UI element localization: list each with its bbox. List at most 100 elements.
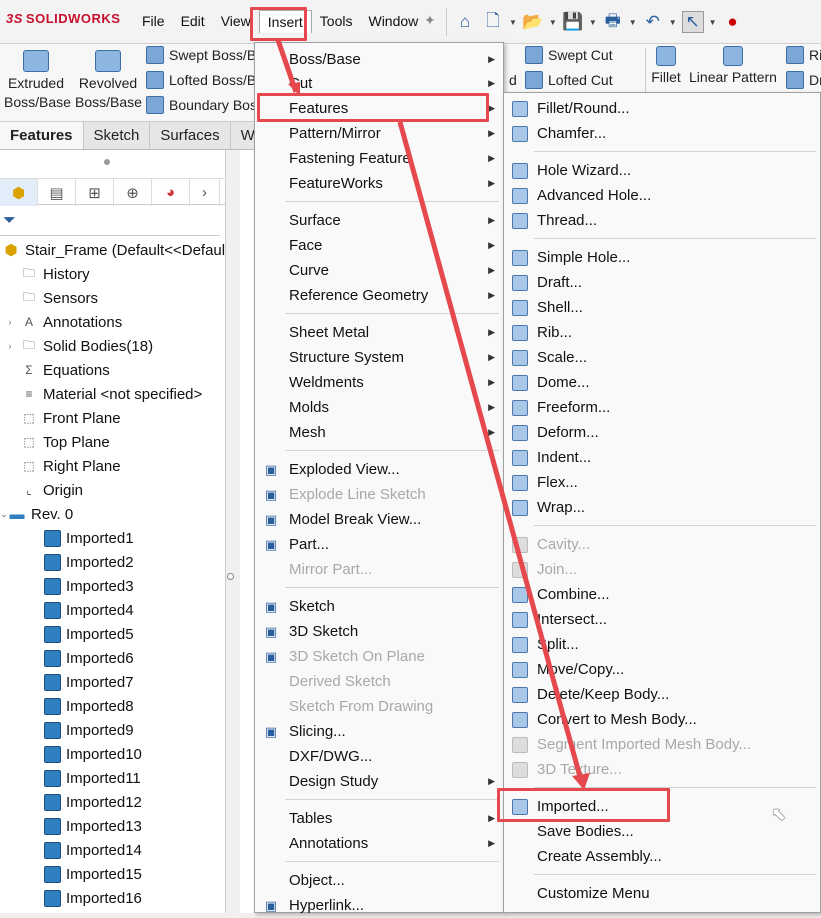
tree-item-solid-bodies[interactable]: › 🗀 Solid Bodies(18)	[0, 334, 226, 358]
select-cursor-icon[interactable]: ↖	[681, 11, 704, 33]
features-menu-delete-keep-body[interactable]: Delete/Keep Body...	[504, 682, 820, 707]
tree-item-material[interactable]: ≡ Material <not specified>	[0, 382, 226, 406]
insert-menu-slicing[interactable]: ▣ Slicing...	[255, 719, 503, 744]
panel-handle[interactable]	[104, 159, 110, 165]
linear-pattern-button[interactable]: Linear Pattern	[689, 46, 777, 87]
display-manager-tab-icon[interactable]: ◕	[152, 179, 190, 206]
feature-manager-tab-icon[interactable]: ⬢	[0, 179, 38, 206]
insert-menu-sketch[interactable]: ▣ Sketch	[255, 594, 503, 619]
boundary-boss-button[interactable]: Boundary Boss	[146, 96, 264, 114]
menu-window[interactable]: Window	[360, 10, 426, 33]
tree-item-imported-body[interactable]: Imported9	[0, 718, 226, 742]
insert-menu-surface[interactable]: Surface ▶	[255, 208, 503, 233]
insert-menu-reference-geometry[interactable]: Reference Geometry ▶	[255, 283, 503, 308]
insert-menu-featureworks[interactable]: FeatureWorks ▶	[255, 171, 503, 196]
tab-sketch[interactable]: Sketch	[84, 122, 151, 149]
features-menu-wrap[interactable]: Wrap...	[504, 495, 820, 520]
features-menu-fillet-round[interactable]: Fillet/Round...	[504, 96, 820, 121]
tree-item-origin[interactable]: ⌞ Origin	[0, 478, 226, 502]
tree-item-annotations[interactable]: › A Annotations	[0, 310, 226, 334]
fillet-button[interactable]: Fillet	[650, 46, 682, 87]
features-menu-draft[interactable]: Draft...	[504, 270, 820, 295]
tree-root[interactable]: ⬢ Stair_Frame (Default<<Defaul	[0, 238, 226, 262]
insert-menu-tables[interactable]: Tables ▶	[255, 806, 503, 831]
insert-menu-dxf-dwg[interactable]: DXF/DWG...	[255, 744, 503, 769]
extruded-boss-button[interactable]: Extruded Boss/Base	[4, 50, 71, 112]
tree-item-history[interactable]: 🗀 History	[0, 262, 226, 286]
tree-item-imported-body[interactable]: Imported7	[0, 670, 226, 694]
insert-menu-sheet-metal[interactable]: Sheet Metal ▶	[255, 320, 503, 345]
tree-item-front-plane[interactable]: ⬚ Front Plane	[0, 406, 226, 430]
features-menu-chamfer[interactable]: Chamfer...	[504, 121, 820, 146]
home-icon[interactable]: ⌂	[454, 11, 476, 33]
tab-features[interactable]: Features	[0, 122, 84, 149]
undo-icon[interactable]: ↶	[642, 11, 664, 33]
chevron-down-icon[interactable]: ▼	[509, 18, 517, 27]
tree-item-imported-body[interactable]: Imported2	[0, 550, 226, 574]
insert-menu-pattern-mirror[interactable]: Pattern/Mirror ▶	[255, 121, 503, 146]
draft-button[interactable]: Dr	[786, 71, 821, 89]
insert-menu-object[interactable]: Object...	[255, 868, 503, 893]
features-menu-shell[interactable]: Shell...	[504, 295, 820, 320]
tree-item-equations[interactable]: Σ Equations	[0, 358, 226, 382]
chevron-down-icon[interactable]: ▼	[549, 18, 557, 27]
pin-icon[interactable]: ✦	[424, 12, 436, 29]
dimxpert-tab-icon[interactable]: ⊕	[114, 179, 152, 206]
features-menu-split[interactable]: Split...	[504, 632, 820, 657]
insert-menu-model-break-view[interactable]: ▣ Model Break View...	[255, 507, 503, 532]
insert-menu-boss-base[interactable]: Boss/Base ▶	[255, 47, 503, 72]
tree-item-sensors[interactable]: 🗀 Sensors	[0, 286, 226, 310]
chevron-down-icon[interactable]: ▼	[709, 18, 717, 27]
tree-item-imported-body[interactable]: Imported15	[0, 862, 226, 886]
tree-item-imported-body[interactable]: Imported8	[0, 694, 226, 718]
swept-boss-button[interactable]: Swept Boss/B	[146, 46, 256, 64]
menu-edit[interactable]: Edit	[173, 10, 213, 33]
menu-file[interactable]: File	[134, 10, 173, 33]
features-menu-advanced-hole[interactable]: Advanced Hole...	[504, 183, 820, 208]
save-icon[interactable]: 💾	[562, 11, 584, 33]
chevron-down-icon[interactable]: ▼	[629, 18, 637, 27]
revolved-boss-button[interactable]: Revolved Boss/Base	[75, 50, 142, 112]
lofted-boss-button[interactable]: Lofted Boss/B	[146, 71, 256, 89]
tree-item-imported-body[interactable]: Imported4	[0, 598, 226, 622]
features-menu-move-copy[interactable]: Move/Copy...	[504, 657, 820, 682]
swept-cut-button[interactable]: Swept Cut	[525, 46, 613, 64]
features-menu-simple-hole[interactable]: Simple Hole...	[504, 245, 820, 270]
tree-item-imported-body[interactable]: Imported10	[0, 742, 226, 766]
tree-item-imported-body[interactable]: Imported6	[0, 646, 226, 670]
tree-item-imported-body[interactable]: Imported16	[0, 886, 226, 910]
insert-menu-part[interactable]: ▣ Part...	[255, 532, 503, 557]
insert-menu-face[interactable]: Face ▶	[255, 233, 503, 258]
insert-menu-annotations[interactable]: Annotations ▶	[255, 831, 503, 856]
tree-item-imported-body[interactable]: Imported14	[0, 838, 226, 862]
chevron-right-icon[interactable]: ›	[190, 179, 220, 206]
property-manager-tab-icon[interactable]: ▤	[38, 179, 76, 206]
tree-item-imported-body[interactable]: Imported13	[0, 814, 226, 838]
tree-item-imported-body[interactable]: Imported3	[0, 574, 226, 598]
tree-item-right-plane[interactable]: ⬚ Right Plane	[0, 454, 226, 478]
tab-surfaces[interactable]: Surfaces	[150, 122, 231, 149]
features-menu-deform[interactable]: Deform...	[504, 420, 820, 445]
print-icon[interactable]: 🖶	[602, 11, 624, 33]
insert-menu-curve[interactable]: Curve ▶	[255, 258, 503, 283]
tree-item-imported-body[interactable]: Imported5	[0, 622, 226, 646]
features-menu-rib[interactable]: Rib...	[504, 320, 820, 345]
tree-item-imported-body[interactable]: Imported11	[0, 766, 226, 790]
features-menu-convert-to-mesh-body[interactable]: Convert to Mesh Body...	[504, 707, 820, 732]
open-icon[interactable]: 📂	[522, 11, 544, 33]
features-menu-create-assembly[interactable]: Create Assembly...	[504, 844, 820, 869]
features-menu-scale[interactable]: Scale...	[504, 345, 820, 370]
features-menu-freeform[interactable]: Freeform...	[504, 395, 820, 420]
insert-menu-structure-system[interactable]: Structure System ▶	[255, 345, 503, 370]
insert-menu-weldments[interactable]: Weldments ▶	[255, 370, 503, 395]
tree-item-imported-body[interactable]: Imported1	[0, 526, 226, 550]
chevron-down-icon[interactable]: ▼	[589, 18, 597, 27]
new-document-icon[interactable]: 🗋	[482, 11, 504, 33]
lofted-cut-button[interactable]: Lofted Cut	[525, 71, 613, 89]
insert-menu-exploded-view[interactable]: ▣ Exploded View...	[255, 457, 503, 482]
features-menu-dome[interactable]: Dome...	[504, 370, 820, 395]
filter-icon[interactable]: ⏷	[0, 206, 220, 236]
features-menu-intersect[interactable]: Intersect...	[504, 607, 820, 632]
features-menu-combine[interactable]: Combine...	[504, 582, 820, 607]
insert-menu-design-study[interactable]: Design Study ▶	[255, 769, 503, 794]
